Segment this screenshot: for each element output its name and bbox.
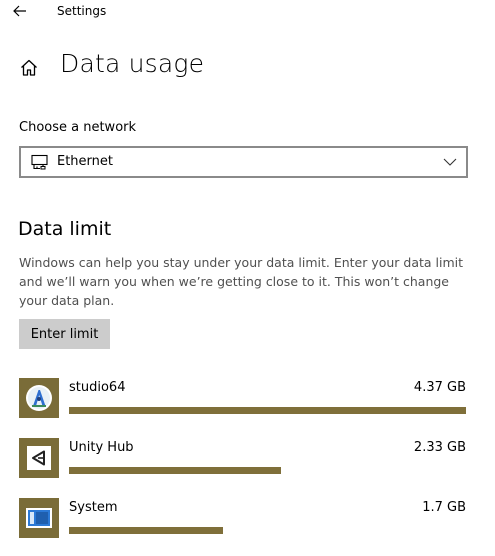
ethernet-icon (31, 154, 48, 170)
android-studio-icon (19, 378, 59, 418)
app-name: System (69, 500, 118, 515)
usage-bar (69, 527, 466, 534)
usage-bar (69, 407, 466, 414)
app-size: 4.37 GB (413, 380, 466, 395)
app-usage-row: System 1.7 GB (0, 498, 495, 546)
usage-bar-fill (69, 467, 281, 474)
usage-bar-fill (69, 407, 466, 414)
usage-bar (69, 467, 466, 474)
data-limit-description: Windows can help you stay under your dat… (19, 255, 464, 308)
title-bar: Settings (0, 0, 495, 22)
window-title: Settings (57, 4, 107, 18)
system-icon (19, 498, 59, 538)
back-arrow-icon (13, 5, 26, 17)
app-name: studio64 (69, 380, 126, 395)
home-icon (21, 59, 37, 76)
app-name: Unity Hub (69, 440, 134, 455)
app-size: 1.7 GB (422, 500, 466, 515)
chevron-down-icon (443, 158, 457, 166)
usage-bar-fill (69, 527, 224, 534)
app-usage-row: Unity Hub 2.33 GB (0, 438, 495, 486)
data-limit-heading: Data limit (18, 218, 112, 240)
network-label: Choose a network (19, 120, 137, 135)
app-usage-row: studio64 4.37 GB (0, 378, 495, 426)
unity-hub-icon (19, 438, 59, 478)
enter-limit-button[interactable]: Enter limit (19, 319, 110, 349)
network-selected-value: Ethernet (57, 154, 113, 169)
page-title: Data usage (60, 49, 205, 78)
app-size: 2.33 GB (413, 440, 466, 455)
network-dropdown[interactable]: Ethernet (19, 146, 468, 178)
back-button[interactable] (6, 0, 34, 22)
home-button[interactable] (16, 55, 42, 81)
